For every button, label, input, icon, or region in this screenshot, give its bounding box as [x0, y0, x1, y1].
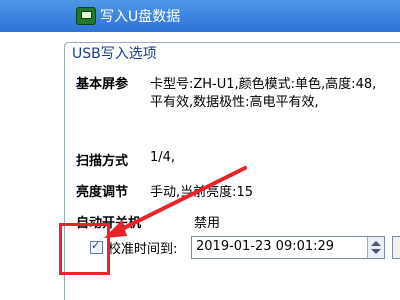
annotation-arrow-icon: [104, 166, 247, 238]
window: 写入U盘数据 USB写入选项 基本屏参 卡型号:ZH-U1,颜色模式:单色,高度…: [0, 0, 400, 300]
